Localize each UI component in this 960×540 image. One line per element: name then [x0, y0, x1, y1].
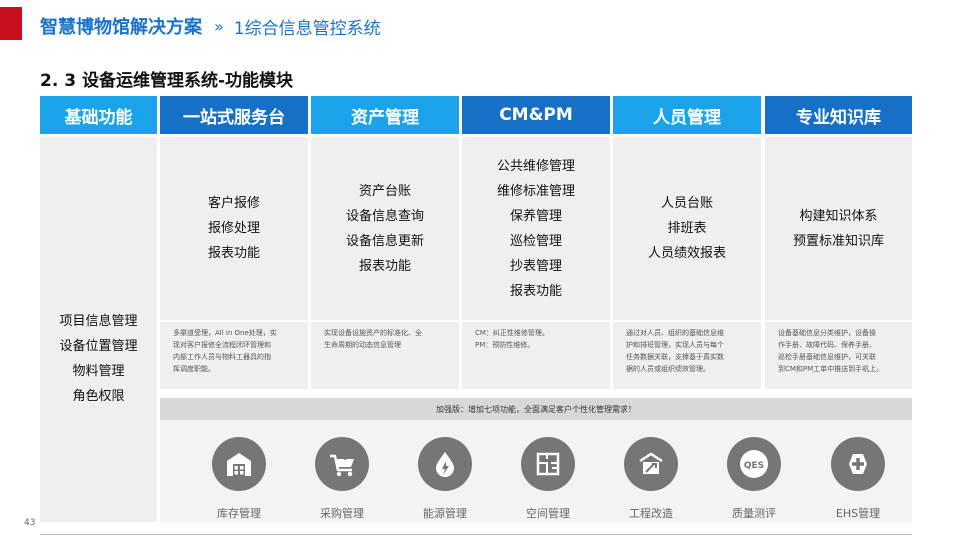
- knowledge-item: 预置标准知识库: [792, 233, 884, 249]
- feature-label: 能源管理: [423, 507, 467, 520]
- panel-basic-functions: 项目信息管理 设备位置管理 物料管理 角色权限: [40, 137, 157, 522]
- personnel-item: 人员绩效报表: [647, 246, 726, 261]
- floor-plan-icon: [521, 437, 575, 491]
- asset-item: 设备信息查询: [345, 208, 424, 224]
- column-header-basic: 基础功能: [40, 96, 157, 134]
- page-number: 43: [24, 518, 36, 528]
- feature-inventory: 库存管理: [189, 437, 289, 521]
- personnel-item: 人员台账: [660, 196, 713, 211]
- cmpm-item: 巡检管理: [509, 233, 562, 249]
- service-desk-item: 报表功能: [207, 246, 260, 261]
- cmpm-item: 维修标准管理: [496, 183, 575, 199]
- asset-item: 设备信息更新: [345, 233, 424, 249]
- deck-title: 智慧博物馆解决方案: [40, 17, 202, 38]
- cmpm-description: CM：纠正性维修管理。 PM：预防性维修。: [462, 322, 610, 389]
- energy-drop-icon: [418, 437, 472, 491]
- feature-label: 采购管理: [320, 507, 364, 520]
- service-desk-item: 报修处理: [207, 221, 260, 236]
- qes-badge-text: QES: [744, 461, 764, 471]
- basic-item: 角色权限: [72, 388, 125, 404]
- title-accent-bar: [0, 7, 22, 40]
- feature-label: 质量测评: [732, 507, 776, 520]
- feature-label: 库存管理: [217, 507, 261, 520]
- basic-item: 设备位置管理: [59, 338, 138, 354]
- cmpm-item: 报表功能: [509, 283, 562, 299]
- feature-ehs: EHS管理: [808, 437, 908, 521]
- service-desk-description: 多渠道受理，All in One处理，实 现对客户报修全流程闭环管理和 内部工作…: [160, 322, 308, 389]
- feature-engineering: 工程改造: [601, 437, 701, 521]
- warehouse-icon: [212, 437, 266, 491]
- cmpm-item: 公共维修管理: [496, 158, 575, 174]
- asset-item: 资产台账: [358, 183, 411, 199]
- knowledge-item: 构建知识体系: [799, 208, 878, 224]
- shopping-cart-icon: [315, 437, 369, 491]
- column-header-knowledge: 专业知识库: [765, 96, 912, 134]
- personnel-item: 排班表: [667, 221, 707, 236]
- feature-label: EHS管理: [835, 507, 881, 520]
- enhanced-edition-banner: 加强版：增加七项功能，全面满足客户个性化管理需求！: [160, 398, 912, 420]
- breadcrumb-separator: »: [214, 16, 224, 36]
- panel-personnel: 人员台账 排班表 人员绩效报表: [613, 137, 761, 320]
- cmpm-item: 保养管理: [509, 208, 562, 224]
- cmpm-item: 抄表管理: [509, 258, 562, 274]
- panel-asset-management: 资产台账 设备信息查询 设备信息更新 报表功能: [311, 137, 459, 320]
- feature-quality: QES 质量测评: [704, 437, 804, 521]
- column-header-cmpm: CM&PM: [462, 96, 610, 134]
- plus-cross-icon: [831, 437, 885, 491]
- knowledge-description: 设备基础信息分类维护，设备操 作手册、故障代码、保养手册、 巡检手册基础信息维护…: [765, 322, 912, 389]
- feature-label: 空间管理: [526, 507, 570, 520]
- section-title: 2. 3 设备运维管理系统-功能模块: [40, 71, 294, 91]
- panel-knowledge-base: 构建知识体系 预置标准知识库: [765, 137, 912, 320]
- footer-divider: [40, 534, 912, 535]
- panel-cm-pm: 公共维修管理 维修标准管理 保养管理 巡检管理 抄表管理 报表功能: [462, 137, 610, 320]
- basic-item: 物料管理: [72, 363, 125, 379]
- asset-item: 报表功能: [358, 258, 411, 274]
- feature-procurement: 采购管理: [292, 437, 392, 521]
- basic-item: 项目信息管理: [59, 313, 138, 329]
- qes-badge-icon: QES: [727, 437, 781, 491]
- column-header-assets: 资产管理: [311, 96, 459, 134]
- column-header-service-desk: 一站式服务台: [160, 96, 308, 134]
- personnel-description: 通过对人员、组织的基础信息维 护和排班管理，实现人员与每个 任务数据关联，支撑基…: [613, 322, 761, 389]
- service-desk-item: 客户报修: [207, 196, 260, 211]
- column-header-personnel: 人员管理: [613, 96, 761, 134]
- deck-subtitle: 1综合信息管控系统: [233, 18, 381, 39]
- feature-energy: 能源管理: [395, 437, 495, 521]
- feature-label: 工程改造: [629, 507, 673, 520]
- breadcrumb: 智慧博物馆解决方案 » 1综合信息管控系统: [40, 14, 381, 39]
- asset-description: 实现设备设施资产的标准化、全 生命周期的动态信息管理: [311, 322, 459, 389]
- feature-space: 空间管理: [498, 437, 598, 521]
- panel-service-desk: 客户报修 报修处理 报表功能: [160, 137, 308, 320]
- construction-icon: [624, 437, 678, 491]
